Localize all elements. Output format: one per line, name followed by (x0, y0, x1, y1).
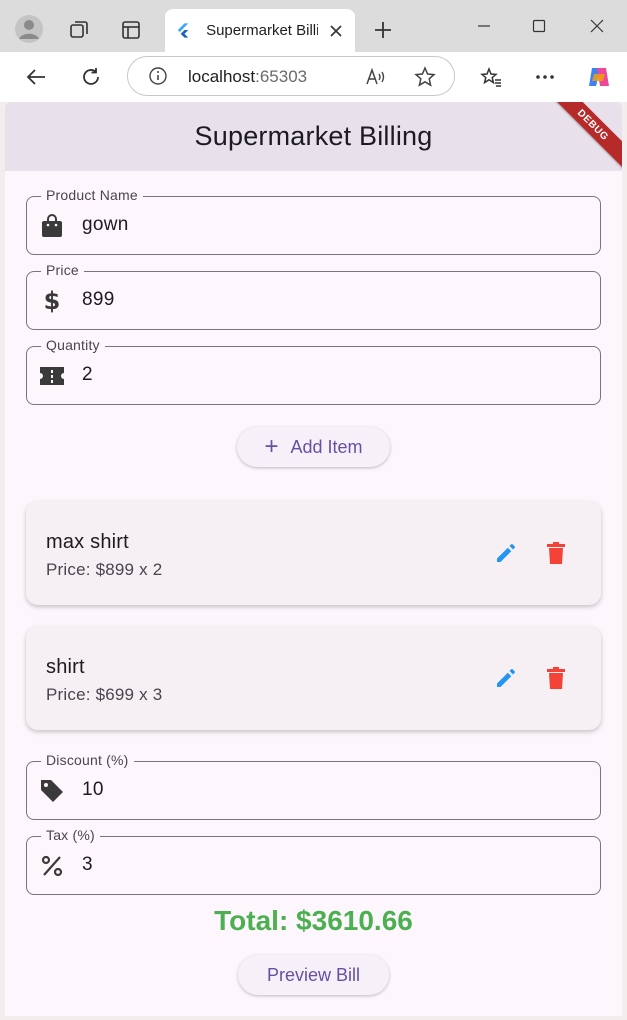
edit-pencil-icon (497, 544, 515, 562)
refresh-button[interactable] (75, 61, 107, 93)
url-text: localhost:65303 (188, 67, 308, 86)
maximize-button[interactable] (521, 10, 557, 42)
add-item-label: Add Item (290, 436, 363, 457)
item-name: shirt (46, 656, 85, 678)
favorite-star-icon[interactable] (414, 66, 436, 93)
app-viewport: Supermarket Billing DEBUG Product Name g… (5, 102, 622, 1016)
minimize-icon (478, 25, 490, 27)
tab-actions-icon (122, 21, 140, 39)
delete-button[interactable] (542, 664, 570, 692)
tab-title: Supermarket Billing (206, 22, 319, 39)
tax-field[interactable]: Tax (%) 3 (26, 827, 601, 895)
tax-label: Tax (%) (41, 827, 100, 843)
more-button[interactable] (529, 61, 561, 93)
item-name: max shirt (46, 531, 129, 553)
preview-bill-label: Preview Bill (266, 964, 361, 985)
browser-tab[interactable]: Supermarket Billing (165, 9, 355, 52)
maximize-icon (532, 19, 546, 33)
quantity-field[interactable]: Quantity 2 (26, 337, 601, 405)
total-amount: Total: $3610.66 (214, 905, 413, 936)
back-button[interactable] (20, 61, 52, 93)
page-title: Supermarket Billing (194, 121, 433, 151)
discount-field[interactable]: Discount (%) 10 (26, 752, 601, 820)
tab-close-button[interactable] (326, 21, 345, 41)
tax-input[interactable]: 3 (82, 854, 93, 876)
read-aloud-icon[interactable] (365, 66, 387, 93)
price-label: Price (41, 262, 84, 278)
minimize-button[interactable] (466, 10, 502, 42)
product-name-input[interactable]: gown (82, 214, 129, 236)
app-bar: Supermarket Billing (5, 102, 622, 171)
back-arrow-icon (26, 69, 45, 85)
edit-pencil-icon (497, 669, 515, 687)
add-item-button[interactable]: + Add Item (237, 427, 390, 467)
close-icon (590, 19, 604, 33)
address-bar[interactable]: localhost:65303 (127, 56, 455, 96)
new-tab-button[interactable] (367, 14, 399, 46)
item-price: Price: $699 x 3 (46, 685, 163, 704)
collections-icon (70, 21, 88, 38)
profile-icon (15, 15, 43, 43)
plus-icon (375, 22, 391, 38)
quantity-label: Quantity (41, 337, 105, 353)
close-window-button[interactable] (579, 10, 615, 42)
preview-bill-button[interactable]: Preview Bill (238, 955, 389, 995)
copilot-icon (589, 68, 609, 86)
tag-icon (39, 778, 65, 804)
favorites-button[interactable] (475, 61, 507, 93)
copilot-button[interactable] (583, 61, 615, 93)
refresh-icon (83, 68, 99, 85)
shopping-bag-icon (39, 213, 65, 239)
collections-button[interactable] (63, 14, 95, 46)
close-icon (329, 24, 342, 37)
site-info-icon[interactable] (148, 66, 168, 91)
browser-titlebar: Supermarket Billing (0, 0, 627, 52)
favorites-icon (480, 66, 501, 87)
edit-button[interactable] (492, 539, 520, 567)
item-card: shirt Price: $699 x 3 (26, 626, 601, 730)
tab-actions-button[interactable] (115, 14, 147, 46)
profile-avatar[interactable] (14, 14, 44, 44)
price-input[interactable]: 899 (82, 289, 115, 311)
ticket-icon (39, 363, 65, 389)
quantity-input[interactable]: 2 (82, 364, 93, 386)
discount-label: Discount (%) (41, 752, 134, 768)
percent-icon (39, 853, 65, 879)
more-dots-icon (536, 75, 554, 79)
dollar-icon: $ (43, 287, 61, 315)
delete-button[interactable] (542, 539, 570, 567)
product-name-label: Product Name (41, 187, 143, 203)
item-card: max shirt Price: $899 x 2 (26, 501, 601, 605)
plus-icon: + (264, 433, 279, 460)
item-price: Price: $899 x 2 (46, 560, 163, 579)
trash-icon (547, 542, 565, 564)
price-field[interactable]: Price $ 899 (26, 262, 601, 330)
edit-button[interactable] (492, 664, 520, 692)
flutter-favicon-icon (177, 22, 189, 38)
trash-icon (547, 667, 565, 689)
product-name-field[interactable]: Product Name gown (26, 187, 601, 255)
discount-input[interactable]: 10 (82, 779, 104, 801)
